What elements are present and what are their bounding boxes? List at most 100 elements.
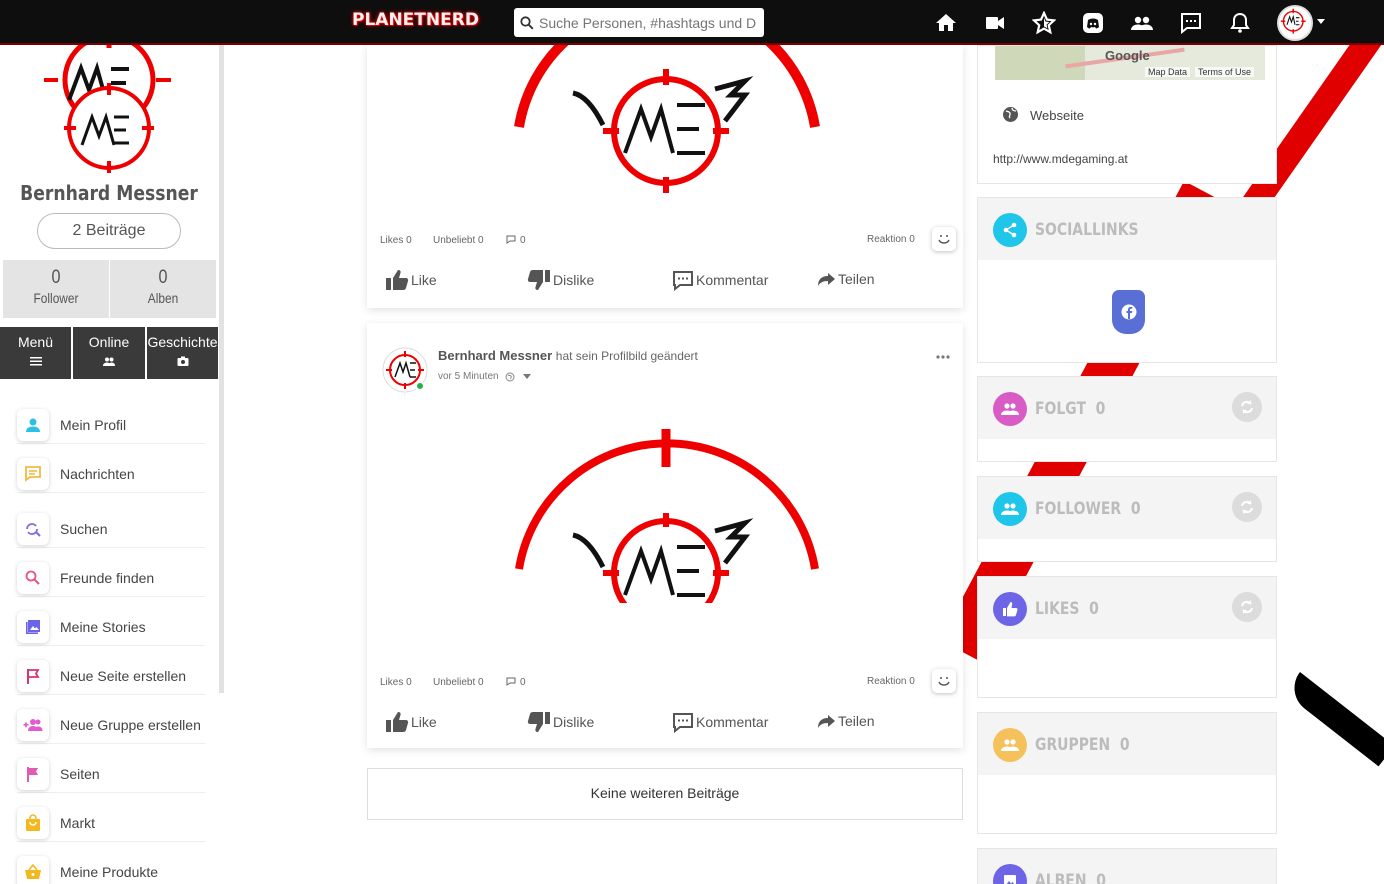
people-icon [103, 357, 115, 366]
share-button[interactable]: Teilen [816, 711, 875, 731]
comment-button[interactable]: Kommentar [672, 269, 768, 291]
sidebar-scrollbar[interactable] [219, 45, 224, 693]
location-map[interactable]: Google Map Data Terms of Use [995, 46, 1265, 80]
chevron-down-icon[interactable] [522, 374, 531, 379]
sidebar-item-pages[interactable]: Seiten [17, 755, 205, 793]
chat-icon[interactable] [1179, 11, 1203, 35]
dislikes-count[interactable]: Unbeliebt 0 [433, 235, 484, 246]
panel-title-text: GRUPPEN [1035, 735, 1111, 755]
map-terms-link[interactable]: Terms of Use [1195, 67, 1255, 77]
sidebar-item-create-group[interactable]: Neue Gruppe erstellen [17, 706, 205, 744]
posts-count-button[interactable]: 2 Beiträge [37, 213, 181, 249]
dislike-button[interactable]: Dislike [527, 269, 594, 291]
discord-icon[interactable] [1081, 11, 1105, 35]
thumb-up-icon [386, 270, 409, 290]
basket-icon [17, 856, 49, 884]
sociallinks-panel: SOCIALLINKS [977, 197, 1277, 363]
sidebar-item-label: Mein Profil [60, 416, 127, 433]
author-name[interactable]: Bernhard Messner [438, 348, 552, 363]
website-label: Webseite [1030, 108, 1084, 123]
panel-count: 0 [1089, 599, 1099, 619]
avatar-logo-icon [1280, 8, 1306, 34]
home-icon[interactable] [934, 11, 958, 35]
people-icon[interactable] [1130, 11, 1154, 35]
globe-icon [505, 372, 515, 381]
comments-count[interactable]: 0 [520, 235, 526, 246]
panel-header: LIKES 0 [978, 577, 1276, 639]
dislike-button[interactable]: Dislike [527, 711, 594, 733]
tab-online-label: Online [88, 334, 130, 350]
like-button[interactable]: Like [385, 269, 437, 291]
search-icon [520, 15, 534, 30]
dislike-label: Dislike [553, 272, 595, 288]
likes-count[interactable]: Likes 0 [380, 677, 412, 688]
people-icon [993, 492, 1027, 526]
refresh-button[interactable] [1232, 592, 1262, 622]
sidebar-item-create-page[interactable]: Neue Seite erstellen [17, 657, 205, 695]
search-input[interactable] [539, 14, 759, 31]
feed-end-message: Keine weiteren Beiträge [367, 768, 963, 820]
more-options-icon[interactable] [936, 355, 950, 359]
tab-menu[interactable]: Menü [0, 327, 71, 379]
reaction-count[interactable]: Reaktion 0 [867, 676, 915, 687]
profile-name[interactable]: Bernhard Messner [15, 181, 202, 205]
tab-online[interactable]: Online [73, 327, 145, 379]
tab-stories[interactable]: Geschichte [147, 327, 218, 379]
globe-icon [1003, 107, 1018, 122]
comment-icon [673, 271, 693, 291]
thumb-down-icon [527, 712, 550, 732]
post-image[interactable] [497, 45, 837, 195]
camera-icon [177, 356, 188, 366]
sidebar-item-my-profile[interactable]: Mein Profil [17, 406, 205, 444]
reaction-count[interactable]: Reaktion 0 [867, 234, 915, 245]
following-panel: FOLGT 0 [977, 376, 1277, 462]
likes-count[interactable]: Likes 0 [380, 235, 412, 246]
post-header: Bernhard Messner hat sein Profilbild geä… [438, 348, 698, 363]
share-button[interactable]: Teilen [816, 269, 875, 289]
panel-title: LIKES 0 [1035, 599, 1099, 619]
dislikes-count[interactable]: Unbeliebt 0 [433, 677, 484, 688]
comment-icon [506, 235, 516, 244]
sidebar-item-label: Meine Produkte [60, 864, 159, 880]
sidebar-item-label: Suchen [60, 520, 108, 537]
site-logo[interactable]: PLANETNERD [352, 10, 482, 34]
albums-stat[interactable]: 0 Alben [110, 260, 216, 318]
follower-panel: FOLLOWER 0 [977, 476, 1277, 562]
panel-title-text: ALBEN [1035, 871, 1087, 884]
sidebar-item-label: Markt [60, 814, 95, 831]
search-box[interactable] [514, 8, 764, 37]
sidebar-item-find-friends[interactable]: Freunde finden [17, 559, 205, 597]
sidebar-item-my-products[interactable]: Meine Produkte [17, 853, 205, 884]
sidebar-item-messages[interactable]: Nachrichten [17, 455, 205, 493]
sidebar-item-my-stories[interactable]: Meine Stories [17, 608, 205, 646]
chevron-down-icon[interactable] [1317, 19, 1325, 24]
like-button[interactable]: Like [385, 711, 437, 733]
refresh-button[interactable] [1232, 392, 1262, 422]
user-avatar-menu[interactable] [1277, 5, 1313, 41]
profile-picture[interactable] [44, 45, 174, 180]
star-icon[interactable] [1032, 11, 1056, 35]
flag-outline-icon [17, 659, 49, 692]
follower-stat[interactable]: 0 Follower [3, 260, 109, 318]
bell-icon[interactable] [1228, 11, 1252, 35]
thumb-up-icon [993, 592, 1027, 626]
facebook-link[interactable] [1112, 290, 1145, 334]
albums-panel: ALBEN 0 [977, 848, 1277, 884]
video-icon[interactable] [983, 11, 1007, 35]
panel-title-text: LIKES [1035, 599, 1080, 619]
reaction-button[interactable] [932, 669, 956, 693]
panel-count: 0 [1096, 871, 1106, 884]
refresh-button[interactable] [1232, 492, 1262, 522]
sidebar-item-market[interactable]: Markt [17, 804, 205, 842]
comments-count[interactable]: 0 [520, 677, 526, 688]
sidebar-item-search[interactable]: Suchen [17, 510, 205, 548]
website-link[interactable]: http://www.mdegaming.at [993, 152, 1128, 166]
post-image[interactable] [497, 423, 837, 603]
reaction-button[interactable] [932, 227, 956, 251]
panel-count: 0 [1130, 499, 1141, 519]
sidebar-item-label: Nachrichten [60, 465, 135, 482]
image-icon [993, 864, 1027, 884]
post-time[interactable]: vor 5 Minuten [438, 371, 499, 382]
comment-button[interactable]: Kommentar [672, 711, 768, 733]
sidebar-item-label: Freunde finden [60, 569, 155, 586]
